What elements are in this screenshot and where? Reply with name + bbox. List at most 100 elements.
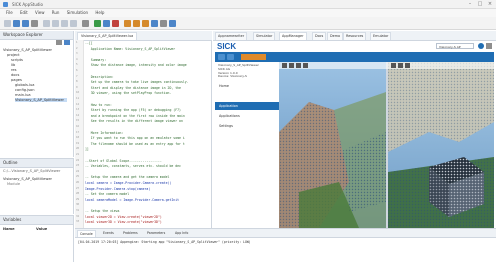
tab-appnamewriter[interactable]: Appnamewriter: [215, 32, 248, 40]
sidenav-item-home[interactable]: Home: [215, 82, 279, 90]
search-icon[interactable]: [82, 20, 89, 27]
device-select[interactable]: Visionary-S AP: [436, 43, 474, 49]
tab-emulator[interactable]: Emulator: [370, 32, 392, 40]
tree-item[interactable]: Visionary_S_AP_SplitViewer: [3, 48, 52, 52]
code-line[interactable]: Image.Provider.Camera.stop(camera): [85, 187, 150, 191]
menu-help[interactable]: Help: [95, 10, 104, 15]
tab-problems[interactable]: Problems: [121, 230, 140, 236]
tree-item[interactable]: scripts: [11, 58, 23, 62]
code-line[interactable]: local viewer2D = View.create("viewer2D"): [85, 215, 162, 219]
minimize-button[interactable]: –: [466, 1, 474, 7]
menu-icon[interactable]: [218, 54, 225, 60]
code-line[interactable]: and a breakpoint on the first row inside…: [85, 114, 185, 118]
step-into-icon[interactable]: [133, 20, 140, 27]
sidenav-item-application[interactable]: Application: [215, 102, 279, 110]
new-project-icon[interactable]: [64, 40, 70, 45]
sidenav-item-applications[interactable]: Applications: [215, 112, 279, 120]
tab-console[interactable]: Console: [77, 230, 96, 237]
tree-item[interactable]: lib: [11, 63, 15, 67]
redo-icon[interactable]: [52, 20, 59, 27]
code-line[interactable]: More Information:: [85, 131, 124, 135]
pan-icon[interactable]: [289, 63, 294, 68]
code-line[interactable]: -- Variables, constants, serves etc. sho…: [85, 164, 181, 168]
step-out-icon[interactable]: [142, 20, 149, 27]
save-icon[interactable]: [22, 20, 29, 27]
code-line[interactable]: 3D viewer, using the setPlayProp functio…: [85, 91, 172, 95]
tree-item[interactable]: main.lua: [15, 93, 31, 97]
code-line[interactable]: --[[: [85, 41, 93, 45]
tree-item[interactable]: globals.lua: [15, 83, 34, 87]
menu-file[interactable]: File: [6, 10, 13, 15]
open-folder-icon[interactable]: [13, 20, 20, 27]
tab-simulator[interactable]: Simulator: [253, 32, 276, 40]
code-line[interactable]: Application Name: Visionary_S_AP_SplitVi…: [85, 47, 175, 51]
code-line[interactable]: local camera = Image.Provider.Camera.cre…: [85, 181, 171, 185]
code-line[interactable]: -- Setup the camera and get the camera m…: [85, 175, 169, 179]
device-connect-icon[interactable]: [151, 20, 158, 27]
settings-icon[interactable]: [160, 20, 167, 27]
code-line[interactable]: -- Set the camera model: [85, 192, 129, 196]
pan-icon[interactable]: [398, 63, 403, 68]
tree-item[interactable]: config.json: [15, 88, 35, 92]
step-over-icon[interactable]: [124, 20, 131, 27]
tab-events[interactable]: Events: [101, 230, 116, 236]
debug-icon[interactable]: [103, 20, 110, 27]
code-line[interactable]: local cameraModel = Image.Provider.Camer…: [85, 198, 179, 202]
code-line[interactable]: Show the distance image, intensity and c…: [85, 63, 187, 67]
code-line[interactable]: See the results in the different image v…: [85, 119, 183, 123]
code-line[interactable]: local viewer3D = View.create("viewer3D"): [85, 220, 162, 224]
stop-icon[interactable]: [112, 20, 119, 27]
close-button[interactable]: ×: [486, 1, 494, 7]
copy-icon[interactable]: [70, 20, 77, 27]
maximize-button[interactable]: □: [476, 1, 484, 7]
code-line[interactable]: How to run:: [85, 103, 112, 107]
code-line[interactable]: Start and display the distance image in …: [85, 86, 181, 90]
tab-appmanager[interactable]: AppManager: [279, 32, 307, 40]
reset-view-icon[interactable]: [303, 63, 308, 68]
code-line[interactable]: Set up the camera to take live images co…: [85, 80, 189, 84]
cut-icon[interactable]: [61, 20, 68, 27]
outline-item[interactable]: Visionary_S_AP_SplitViewer: [3, 177, 52, 181]
editor-tab[interactable]: Visionary_S_AP_SplitViewer.lua: [77, 32, 138, 40]
menu-view[interactable]: View: [35, 10, 45, 15]
rotate-icon[interactable]: [391, 63, 396, 68]
tree-item[interactable]: project: [7, 53, 19, 57]
live-button[interactable]: [241, 54, 266, 60]
menu-run[interactable]: Run: [52, 10, 60, 15]
help-icon[interactable]: [169, 20, 176, 27]
tab-app-info[interactable]: App Info: [173, 230, 190, 236]
rotate-icon[interactable]: [282, 63, 287, 68]
run-icon[interactable]: [94, 20, 101, 27]
tab-parameters[interactable]: Parameters: [145, 230, 167, 236]
new-file-icon[interactable]: [4, 20, 11, 27]
code-line[interactable]: ]]: [85, 147, 89, 151]
code-line[interactable]: --Start of Global Scope-----------------: [85, 159, 162, 163]
zoom-icon[interactable]: [296, 63, 301, 68]
code-line[interactable]: -- Setup the views: [85, 209, 120, 213]
settings-gear-icon[interactable]: [486, 43, 492, 49]
tab-demo[interactable]: Demo: [327, 32, 344, 40]
code-line[interactable]: Summary:: [85, 58, 106, 62]
tree-item[interactable]: pages: [11, 78, 22, 82]
home-icon[interactable]: [227, 54, 234, 60]
user-icon[interactable]: [478, 43, 484, 49]
split-3d-viewer[interactable]: [279, 62, 494, 228]
outline-subitem[interactable]: Module: [7, 182, 20, 186]
menu-edit[interactable]: Edit: [20, 10, 28, 15]
code-line[interactable]: If you want to run this app on an emulat…: [85, 136, 185, 140]
save-all-icon[interactable]: [31, 20, 38, 27]
zoom-icon[interactable]: [405, 63, 410, 68]
sidenav-item-settings[interactable]: Settings: [215, 122, 279, 130]
tree-item[interactable]: docs: [11, 73, 19, 77]
tree-item-selected[interactable]: Visionary_S_AP_SplitViewer: [15, 98, 68, 102]
code-line[interactable]: Start by running the app (F5) or debuggi…: [85, 108, 181, 112]
code-line[interactable]: Description:: [85, 75, 114, 79]
code-editor[interactable]: Visionary_S_AP_SplitViewer.lua 1 --[[2 Ap…: [75, 31, 212, 228]
tree-item[interactable]: res: [11, 68, 16, 72]
tab-resources[interactable]: Resources: [343, 32, 367, 40]
code-line[interactable]: The filename should be used as an entry …: [85, 142, 185, 146]
menu-simulation[interactable]: Simulation: [67, 10, 88, 15]
tab-docs[interactable]: Docs: [312, 32, 327, 40]
collapse-all-icon[interactable]: [56, 40, 62, 45]
undo-icon[interactable]: [43, 20, 50, 27]
